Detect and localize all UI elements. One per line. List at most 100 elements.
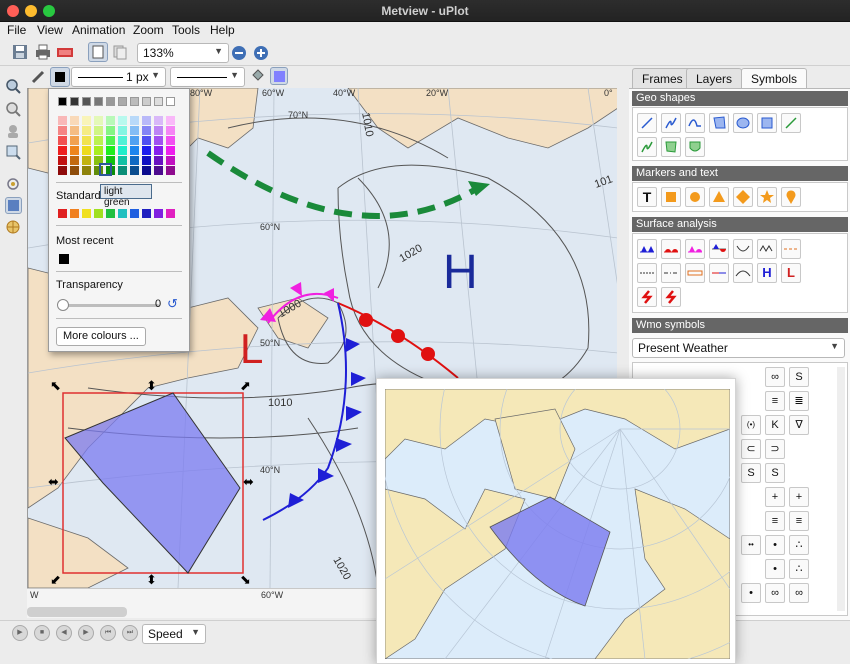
line-shape-icon[interactable]: [637, 113, 657, 133]
colour-swatch[interactable]: [130, 126, 139, 135]
colour-swatch[interactable]: [106, 136, 115, 145]
standard-colour-swatch[interactable]: [130, 209, 139, 218]
present-weather-select[interactable]: Present Weather ▼: [632, 338, 845, 358]
wmo-symbol-icon[interactable]: •: [741, 583, 761, 603]
standard-colour-swatch[interactable]: [106, 209, 115, 218]
colour-swatch[interactable]: [130, 97, 139, 106]
zoom-tool-icon[interactable]: [5, 78, 22, 95]
colour-swatch[interactable]: [130, 166, 139, 175]
colour-swatch[interactable]: [130, 116, 139, 125]
colour-swatch[interactable]: [166, 126, 175, 135]
wmo-symbol-icon[interactable]: ⊃: [765, 439, 785, 459]
colour-swatch[interactable]: [106, 126, 115, 135]
colour-swatch[interactable]: [154, 116, 163, 125]
occluded-front-symbol-icon[interactable]: [685, 239, 705, 259]
colour-swatch[interactable]: [166, 97, 175, 106]
high-symbol-icon[interactable]: H: [757, 263, 777, 283]
wmo-symbol-icon[interactable]: ••: [741, 535, 761, 555]
standard-colour-swatch[interactable]: [58, 209, 67, 218]
tab-symbols[interactable]: Symbols: [741, 68, 808, 88]
first-frame-icon[interactable]: ⏮: [100, 625, 116, 641]
recent-colour-swatch[interactable]: [59, 254, 69, 264]
wmo-symbol-icon[interactable]: ∞: [765, 367, 785, 387]
fill-colour-button[interactable]: [270, 67, 288, 85]
line-width-select[interactable]: 1 px ▼: [71, 67, 166, 87]
colour-swatch[interactable]: [58, 136, 67, 145]
colour-swatch[interactable]: [142, 136, 151, 145]
tab-layers[interactable]: Layers: [686, 68, 743, 88]
last-frame-icon[interactable]: ⏭: [122, 625, 138, 641]
colour-swatch[interactable]: [94, 126, 103, 135]
vertical-scrollbar[interactable]: [837, 367, 845, 611]
colour-swatch[interactable]: [118, 116, 127, 125]
save-icon[interactable]: [10, 42, 30, 62]
colour-swatch[interactable]: [118, 136, 127, 145]
location-tool-icon[interactable]: [5, 176, 22, 193]
wmo-symbol-icon[interactable]: ⊂: [741, 439, 761, 459]
green-line-shape-icon[interactable]: [781, 113, 801, 133]
step-forward-icon[interactable]: ▶: [78, 625, 94, 641]
cold-front-symbol-icon[interactable]: [637, 239, 657, 259]
standard-colour-swatch[interactable]: [142, 209, 151, 218]
menu-zoom[interactable]: Zoom: [133, 23, 164, 37]
wmo-symbol-icon[interactable]: +: [765, 487, 785, 507]
colour-swatch[interactable]: [106, 146, 115, 155]
wmo-symbol-icon[interactable]: ∇: [789, 415, 809, 435]
zoom-in-icon[interactable]: [254, 46, 268, 60]
high-pressure-label[interactable]: H: [443, 246, 478, 299]
pencil-icon[interactable]: [29, 68, 47, 86]
wmo-symbol-icon[interactable]: ∞: [789, 583, 809, 603]
magnifier-tool-icon[interactable]: [5, 144, 22, 161]
diamond-marker-icon[interactable]: [733, 187, 753, 207]
colour-swatch[interactable]: [82, 126, 91, 135]
wmo-symbol-icon[interactable]: (•): [741, 415, 761, 435]
warm-front-symbol-icon[interactable]: [661, 239, 681, 259]
wmo-symbol-icon[interactable]: ≡: [789, 511, 809, 531]
reset-icon[interactable]: ↺: [167, 296, 178, 312]
curve-line-symbol-icon[interactable]: [733, 263, 753, 283]
wmo-symbol-icon[interactable]: S: [765, 463, 785, 483]
user-tool-icon[interactable]: [5, 123, 22, 140]
dotted-line-symbol-icon[interactable]: [637, 263, 657, 283]
colour-swatch[interactable]: [142, 126, 151, 135]
horizontal-scrollbar[interactable]: [27, 607, 127, 617]
rectangle-shape-icon[interactable]: [757, 113, 777, 133]
colour-swatch[interactable]: [106, 97, 115, 106]
colour-swatch[interactable]: [58, 156, 67, 165]
colour-swatch[interactable]: [70, 136, 79, 145]
colour-swatch[interactable]: [82, 97, 91, 106]
dashdot-line-symbol-icon[interactable]: [661, 263, 681, 283]
colour-swatch[interactable]: [58, 116, 67, 125]
wmo-symbol-icon[interactable]: ≣: [789, 391, 809, 411]
colour-swatch[interactable]: [94, 97, 103, 106]
wmo-symbol-icon[interactable]: K: [765, 415, 785, 435]
colour-swatch[interactable]: [166, 116, 175, 125]
colour-swatch[interactable]: [154, 97, 163, 106]
colour-swatch[interactable]: [94, 136, 103, 145]
wmo-symbol-icon[interactable]: ∴: [789, 559, 809, 579]
layout-single-icon[interactable]: [88, 42, 108, 62]
menu-tools[interactable]: Tools: [172, 23, 200, 37]
print-icon[interactable]: [33, 42, 53, 62]
colour-swatch[interactable]: [118, 126, 127, 135]
standard-colour-swatch[interactable]: [70, 209, 79, 218]
colour-swatch[interactable]: [58, 97, 67, 106]
colour-swatch[interactable]: [70, 97, 79, 106]
colour-swatch[interactable]: [106, 116, 115, 125]
speed-select[interactable]: Speed ▼: [142, 624, 206, 644]
triangle-marker-icon[interactable]: [709, 187, 729, 207]
menu-view[interactable]: View: [37, 23, 63, 37]
stationary-front-symbol-icon[interactable]: [709, 239, 729, 259]
colour-swatch[interactable]: [142, 116, 151, 125]
colour-swatch[interactable]: [58, 166, 67, 175]
colour-swatch[interactable]: [154, 156, 163, 165]
globe-tool-icon[interactable]: [5, 219, 22, 236]
step-back-icon[interactable]: ◀: [56, 625, 72, 641]
colour-swatch[interactable]: [82, 166, 91, 175]
standard-colour-swatch[interactable]: [94, 209, 103, 218]
standard-colour-swatch[interactable]: [118, 209, 127, 218]
wmo-symbol-icon[interactable]: ∞: [765, 583, 785, 603]
fill-bucket-icon[interactable]: [249, 67, 267, 85]
square-marker-icon[interactable]: [661, 187, 681, 207]
colour-swatch[interactable]: [154, 136, 163, 145]
